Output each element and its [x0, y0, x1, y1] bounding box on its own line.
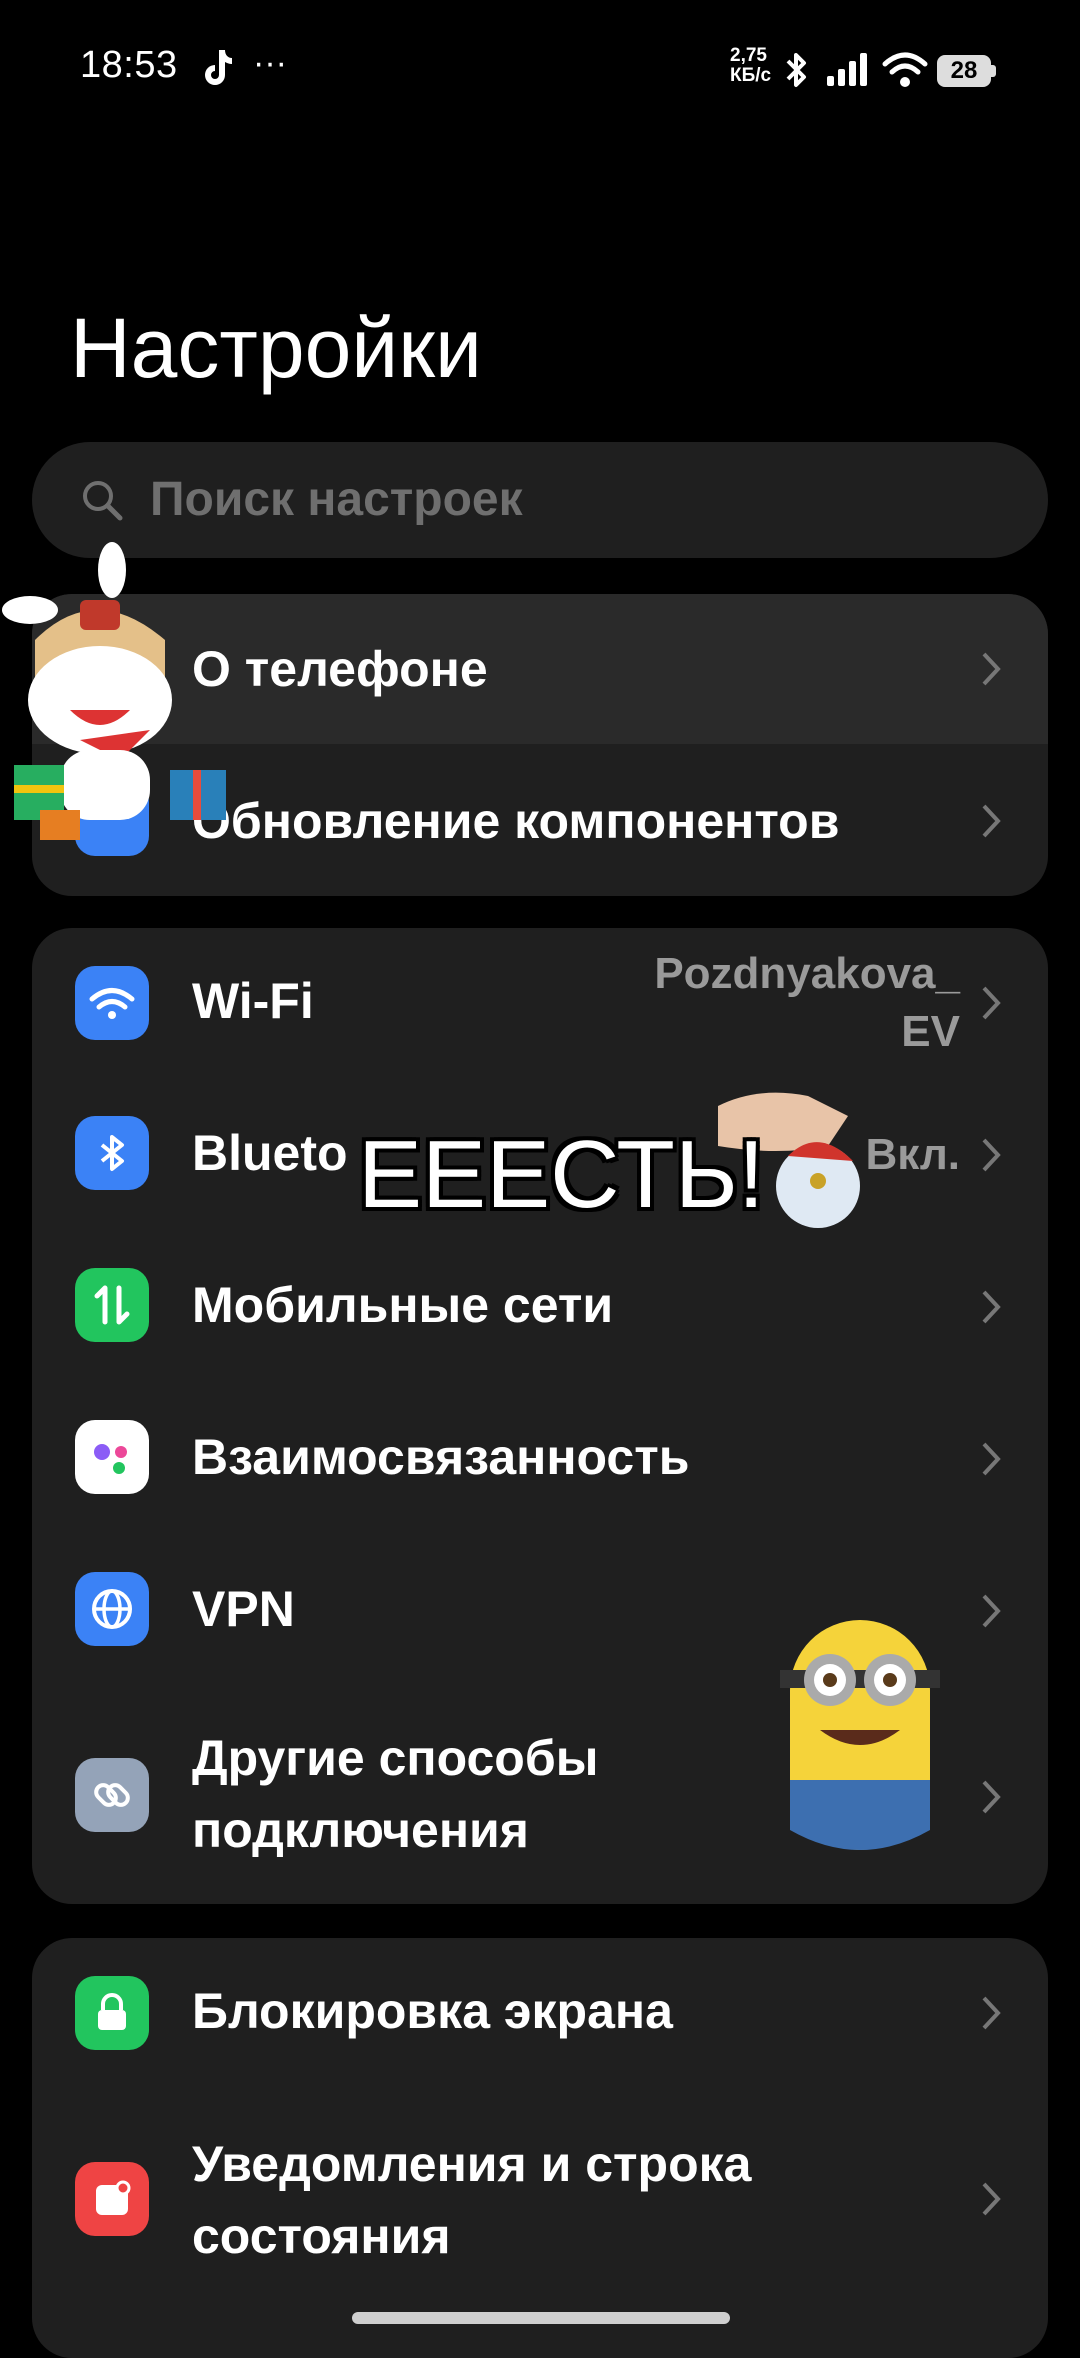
- minion-sticker: [780, 1620, 940, 1850]
- chevron-right-icon: [982, 1442, 1001, 1476]
- battery-level: 28: [950, 57, 978, 84]
- settings-item-label-line1: Уведомления и строка: [192, 2136, 752, 2192]
- settings-group-security: Блокировка экрана Уведомления и строка с…: [32, 1938, 1048, 2358]
- chevron-right-icon: [982, 1138, 1001, 1172]
- settings-item-notifications[interactable]: Уведомления и строка состояния: [32, 2088, 1048, 2318]
- settings-item-lock-screen[interactable]: Блокировка экрана: [32, 1938, 1048, 2088]
- settings-item-interconnectivity[interactable]: Взаимосвязанность: [32, 1382, 1048, 1534]
- chevron-right-icon: [982, 2182, 1001, 2216]
- chevron-right-icon: [982, 986, 1001, 1020]
- chevron-right-icon: [982, 1594, 1001, 1628]
- settings-item-label-line2: подключения: [192, 1802, 529, 1858]
- tiktok-icon: [205, 50, 232, 85]
- settings-item-label-line2: состояния: [192, 2208, 451, 2264]
- signal-icon: [827, 53, 867, 86]
- page-title: Настройки: [70, 301, 482, 395]
- bluetooth-icon: [75, 1116, 149, 1190]
- settings-item-label: Взаимосвязанность: [192, 1429, 690, 1485]
- wifi-network-name-line2: EV: [901, 1007, 960, 1056]
- settings-item-label: Блокировка экрана: [192, 1983, 673, 2039]
- link-icon: [75, 1758, 149, 1832]
- search-icon: [83, 481, 123, 521]
- network-speed-value: 2,75: [730, 45, 767, 66]
- settings-item-label: Мобильные сети: [192, 1277, 614, 1333]
- chevron-right-icon: [982, 652, 1001, 686]
- settings-item-label: Уведомления и строка состояния: [192, 2128, 751, 2272]
- settings-item-label-line1: Другие способы: [192, 1730, 599, 1786]
- home-indicator[interactable]: [352, 2312, 730, 2324]
- mobile-data-icon: [75, 1268, 149, 1342]
- chevron-right-icon: [982, 804, 1001, 838]
- wifi-network-name-line1: Pozdnyakova_: [654, 949, 960, 998]
- battery-indicator: 28: [937, 55, 997, 87]
- settings-item-label: Обновление компонентов: [192, 793, 840, 849]
- settings-item-label: VPN: [192, 1581, 295, 1637]
- video-caption: ЕЕЕСТЬ!: [358, 1121, 765, 1228]
- status-time: 18:53: [80, 44, 178, 86]
- bluetooth-status-icon: [786, 53, 806, 87]
- chevron-right-icon: [982, 1996, 1001, 2030]
- settings-item-label: Blueto: [192, 1125, 348, 1181]
- wifi-status-icon: [882, 52, 928, 87]
- lock-icon: [75, 1976, 149, 2050]
- interconnect-icon: [75, 1420, 149, 1494]
- network-speed: 2,75 КБ/с: [730, 46, 771, 86]
- settings-item-label: Wi-Fi: [192, 973, 314, 1029]
- globe-icon: [75, 1572, 149, 1646]
- settings-item-wifi[interactable]: Wi-Fi Pozdnyakova_ EV: [32, 928, 1048, 1078]
- wifi-network-name: Pozdnyakova_ EV: [654, 945, 960, 1061]
- network-speed-unit: КБ/с: [730, 65, 772, 86]
- settings-item-mobile-networks[interactable]: Мобильные сети: [32, 1230, 1048, 1382]
- chevron-right-icon: [982, 1290, 1001, 1324]
- wifi-icon: [75, 966, 149, 1040]
- settings-item-label: О телефоне: [192, 641, 488, 697]
- more-notifications-icon: ···: [253, 44, 287, 82]
- mi-bunny-sticker: [2, 542, 226, 840]
- settings-item-label: Другие способы подключения: [192, 1722, 598, 1866]
- notification-icon: [75, 2162, 149, 2236]
- chevron-right-icon: [982, 1780, 1001, 1814]
